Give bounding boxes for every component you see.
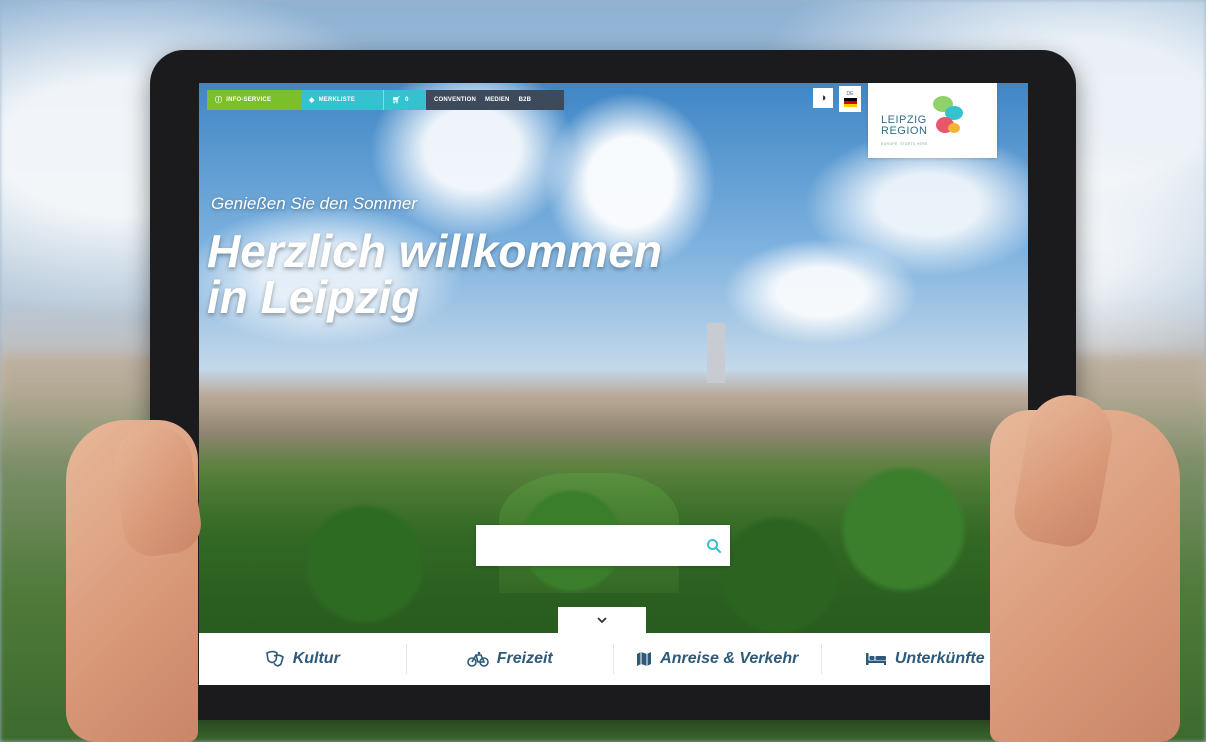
german-flag-icon xyxy=(843,98,857,107)
search-input[interactable] xyxy=(476,526,698,565)
info-service-label: INFO-SERVICE xyxy=(226,97,272,103)
language-switcher[interactable]: DE xyxy=(839,86,861,112)
cart-count: 0 xyxy=(405,97,409,103)
search-button[interactable] xyxy=(698,525,730,566)
website-screen: ⓘ INFO-SERVICE ◈ MERKLISTE 🛒︎ 0 CONVENTI… xyxy=(199,83,1028,685)
cart-button[interactable]: 🛒︎ 0 xyxy=(383,90,426,110)
logo-wordmark: LEIPZIG REGION xyxy=(881,115,927,137)
tablet-frame: ⓘ INFO-SERVICE ◈ MERKLISTE 🛒︎ 0 CONVENTI… xyxy=(150,50,1076,720)
logo-tagline: EUROPE. STARTS HERE. xyxy=(881,142,929,146)
hero-subtitle: Genießen Sie den Sommer xyxy=(211,194,417,213)
logo-shape-orange xyxy=(948,123,960,133)
logo-line-2: REGION xyxy=(881,125,928,137)
info-icon: ⓘ xyxy=(215,97,223,104)
theater-masks-icon xyxy=(265,650,284,667)
chevron-down-icon xyxy=(597,616,607,623)
category-anreise-label: Anreise & Verkehr xyxy=(660,650,799,667)
category-freizeit[interactable]: Freizeit xyxy=(405,644,614,674)
category-kultur-label: Kultur xyxy=(292,650,340,667)
b2b-link[interactable]: B2B xyxy=(519,97,532,103)
cart-icon: 🛒︎ xyxy=(392,97,402,104)
city-tower xyxy=(707,323,725,383)
convention-link[interactable]: CONVENTION xyxy=(434,97,476,103)
medien-link[interactable]: MEDIEN xyxy=(485,97,510,103)
category-kultur[interactable]: Kultur xyxy=(199,644,406,674)
contrast-icon: ◑ xyxy=(819,92,827,104)
secondary-nav: CONVENTION MEDIEN B2B xyxy=(426,90,564,110)
hero-title-line-1: Herzlich willkommen xyxy=(207,225,663,277)
search-icon xyxy=(707,538,722,553)
park-trees xyxy=(199,403,1028,633)
top-navigation: ⓘ INFO-SERVICE ◈ MERKLISTE 🛒︎ 0 CONVENTI… xyxy=(207,90,564,110)
category-unterkuenfte-label: Unterkünfte xyxy=(894,650,985,667)
merkliste-label: MERKLISTE xyxy=(318,97,356,103)
bed-icon xyxy=(865,653,886,665)
leipzig-region-logo[interactable]: LEIPZIG REGION EUROPE. STARTS HERE. xyxy=(868,83,997,158)
category-anreise-verkehr[interactable]: Anreise & Verkehr xyxy=(613,644,821,674)
language-code: DE xyxy=(846,91,854,97)
category-freizeit-label: Freizeit xyxy=(496,650,553,667)
hero-title-line-2: in Leipzig xyxy=(207,271,420,323)
map-icon xyxy=(637,652,652,666)
info-service-button[interactable]: ⓘ INFO-SERVICE xyxy=(207,90,301,110)
category-bar: Kultur Freizeit Anreise & Verkehr Unterk… xyxy=(199,633,1028,685)
tag-icon: ◈ xyxy=(309,97,315,104)
bicycle-icon xyxy=(466,651,489,667)
search-box xyxy=(476,525,730,566)
contrast-toggle-button[interactable]: ◑ xyxy=(813,88,833,108)
scroll-down-button[interactable] xyxy=(558,607,646,633)
merkliste-button[interactable]: ◈ MERKLISTE xyxy=(301,90,383,110)
